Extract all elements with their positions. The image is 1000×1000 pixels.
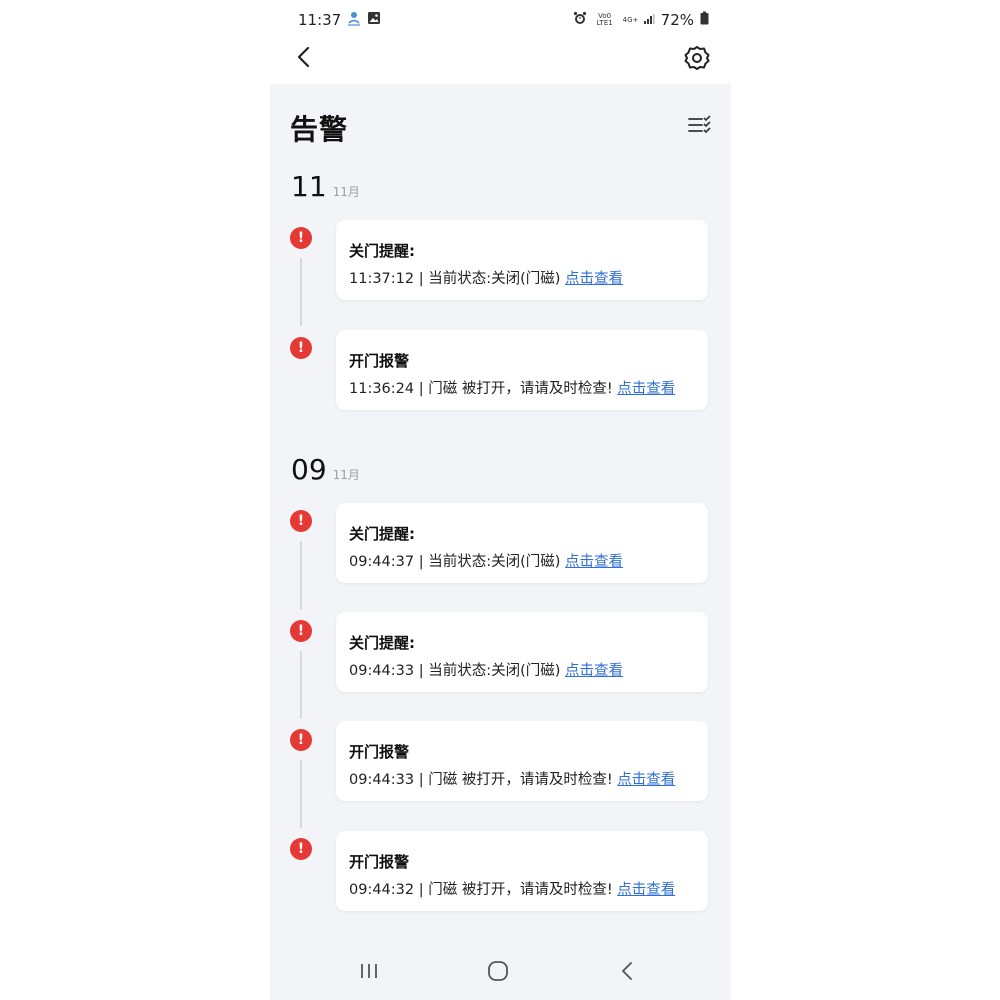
signal-icon bbox=[643, 11, 655, 29]
view-link[interactable]: 点击查看 bbox=[617, 772, 675, 788]
alarm-clock-icon bbox=[573, 11, 587, 29]
alert-detail: 11:36:24 | 门磁 被打开，请请及时检查! bbox=[349, 381, 618, 397]
date-header: 09 11月 bbox=[291, 453, 360, 486]
image-icon bbox=[367, 11, 381, 29]
timeline-line bbox=[300, 760, 302, 828]
filter-list-icon bbox=[688, 115, 711, 134]
recents-button[interactable] bbox=[354, 956, 384, 986]
alert-title: 关门提醒: bbox=[349, 525, 415, 543]
person-location-icon bbox=[347, 10, 361, 30]
alert-title: 关门提醒: bbox=[349, 634, 415, 652]
status-left: 11:37 bbox=[298, 10, 381, 30]
alert-detail: 09:44:37 | 当前状态:关闭(门磁) bbox=[349, 554, 566, 570]
timeline-line bbox=[300, 541, 302, 609]
alert-detail-line: 09:44:33 | 门磁 被打开，请请及时检查! 点击查看 bbox=[349, 768, 675, 789]
view-link[interactable]: 点击查看 bbox=[617, 381, 675, 397]
alert-detail-line: 09:44:32 | 门磁 被打开，请请及时检查! 点击查看 bbox=[349, 878, 675, 899]
alert-icon: ! bbox=[290, 227, 312, 249]
date-day: 11 bbox=[291, 170, 327, 203]
alert-icon: ! bbox=[290, 337, 312, 359]
home-button[interactable] bbox=[483, 956, 513, 986]
view-link[interactable]: 点击查看 bbox=[565, 663, 623, 679]
back-button[interactable] bbox=[292, 43, 316, 71]
alert-title: 开门报警 bbox=[349, 743, 410, 761]
alert-icon: ! bbox=[290, 729, 312, 751]
date-day: 09 bbox=[291, 453, 327, 486]
alert-title: 开门报警 bbox=[349, 853, 410, 871]
settings-button[interactable] bbox=[683, 44, 711, 72]
alert-card[interactable]: 关门提醒: 09:44:33 | 当前状态:关闭(门磁) 点击查看 bbox=[336, 612, 708, 692]
network-generation: 4G+ bbox=[622, 15, 639, 24]
timeline-line bbox=[300, 651, 302, 719]
alert-card[interactable]: 关门提醒: 09:44:37 | 当前状态:关闭(门磁) 点击查看 bbox=[336, 503, 708, 583]
view-link[interactable]: 点击查看 bbox=[565, 554, 623, 570]
alert-title: 开门报警 bbox=[349, 352, 410, 370]
date-month: 11月 bbox=[332, 468, 360, 482]
alert-detail: 09:44:33 | 当前状态:关闭(门磁) bbox=[349, 663, 566, 679]
alert-card[interactable]: 开门报警 09:44:32 | 门磁 被打开，请请及时检查! 点击查看 bbox=[336, 831, 708, 911]
timeline-line bbox=[300, 258, 302, 326]
recents-icon bbox=[361, 964, 377, 978]
alert-detail-line: 09:44:37 | 当前状态:关闭(门磁) 点击查看 bbox=[349, 550, 623, 571]
page-title: 告警 bbox=[290, 113, 349, 146]
nav-back-button[interactable] bbox=[612, 956, 642, 986]
alert-card[interactable]: 开门报警 11:36:24 | 门磁 被打开，请请及时检查! 点击查看 bbox=[336, 330, 708, 410]
nav-back-icon bbox=[622, 962, 632, 980]
alert-detail: 09:44:33 | 门磁 被打开，请请及时检查! bbox=[349, 772, 618, 788]
alert-detail: 09:44:32 | 门磁 被打开，请请及时检查! bbox=[349, 882, 618, 898]
home-icon bbox=[488, 961, 508, 981]
alert-detail-line: 09:44:33 | 当前状态:关闭(门磁) 点击查看 bbox=[349, 659, 623, 680]
status-right: Vo0 LTE1 4G+ 72% bbox=[573, 11, 709, 29]
phone-screen: 11:37 Vo0 LTE1 4G+ 72% 告警 11 11月 ! 关门提醒:… bbox=[270, 0, 731, 1000]
date-month: 11月 bbox=[332, 185, 360, 199]
status-time: 11:37 bbox=[298, 11, 342, 29]
battery-percent: 72% bbox=[660, 11, 694, 29]
alert-card[interactable]: 开门报警 09:44:33 | 门磁 被打开，请请及时检查! 点击查看 bbox=[336, 721, 708, 801]
alert-detail-line: 11:37:12 | 当前状态:关闭(门磁) 点击查看 bbox=[349, 267, 623, 288]
date-header: 11 11月 bbox=[291, 170, 360, 203]
view-link[interactable]: 点击查看 bbox=[617, 882, 675, 898]
battery-icon bbox=[700, 11, 709, 29]
gear-icon bbox=[684, 46, 710, 70]
alert-card[interactable]: 关门提醒: 11:37:12 | 当前状态:关闭(门磁) 点击查看 bbox=[336, 220, 708, 300]
network-type: Vo0 LTE1 bbox=[596, 12, 613, 27]
status-bar: 11:37 Vo0 LTE1 4G+ 72% bbox=[298, 10, 709, 30]
alert-detail: 11:37:12 | 当前状态:关闭(门磁) bbox=[349, 271, 566, 287]
filter-button[interactable] bbox=[687, 114, 713, 136]
alert-icon: ! bbox=[290, 838, 312, 860]
alert-icon: ! bbox=[290, 620, 312, 642]
back-arrow-icon bbox=[297, 46, 310, 68]
alert-title: 关门提醒: bbox=[349, 242, 415, 260]
system-nav-bar bbox=[270, 940, 731, 1000]
alert-detail-line: 11:36:24 | 门磁 被打开，请请及时检查! 点击查看 bbox=[349, 377, 675, 398]
alert-icon: ! bbox=[290, 510, 312, 532]
view-link[interactable]: 点击查看 bbox=[565, 271, 623, 287]
